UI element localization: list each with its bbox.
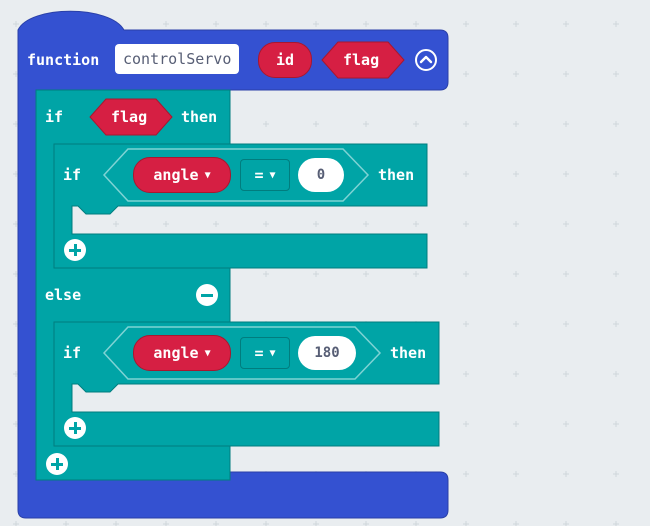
inner-then-2-label: then <box>390 344 427 362</box>
chevron-up-circle-icon[interactable] <box>415 49 437 71</box>
value-field-1[interactable]: 0 <box>298 158 344 192</box>
caret-down-icon: ▼ <box>204 170 211 181</box>
function-keyword: function <box>27 51 100 69</box>
operator-dropdown-1[interactable]: = ▼ <box>240 159 290 191</box>
function-name-field[interactable]: controlServo <box>115 44 240 74</box>
inner-if-1-label: if <box>63 166 82 184</box>
angle-variable-2-label: angle <box>153 344 199 362</box>
angle-variable-1-label: angle <box>153 166 199 184</box>
minus-circle-icon[interactable] <box>196 284 218 306</box>
caret-down-icon: ▼ <box>204 348 211 359</box>
inner-if-2-label: if <box>63 344 82 362</box>
caret-down-icon: ▼ <box>269 348 276 359</box>
plus-circle-icon[interactable] <box>46 453 68 475</box>
outer-if-label: if <box>45 108 64 126</box>
chevron-up-icon <box>419 55 433 64</box>
block-stack[interactable] <box>0 0 650 526</box>
operator-2-label: = <box>254 344 264 362</box>
operator-1-label: = <box>254 166 264 184</box>
outer-flag-label: flag <box>111 108 148 126</box>
operator-dropdown-2[interactable]: = ▼ <box>240 337 290 369</box>
param-flag-label: flag <box>343 51 380 69</box>
inner-then-1-label: then <box>378 166 415 184</box>
angle-variable-1[interactable]: angle ▼ <box>133 157 231 193</box>
param-id[interactable]: id <box>258 42 312 78</box>
else-label: else <box>45 286 82 304</box>
plus-circle-icon[interactable] <box>64 417 86 439</box>
value-field-2[interactable]: 180 <box>298 336 356 370</box>
caret-down-icon: ▼ <box>269 170 276 181</box>
angle-variable-2[interactable]: angle ▼ <box>133 335 231 371</box>
outer-then-label: then <box>181 108 218 126</box>
plus-circle-icon[interactable] <box>64 239 86 261</box>
